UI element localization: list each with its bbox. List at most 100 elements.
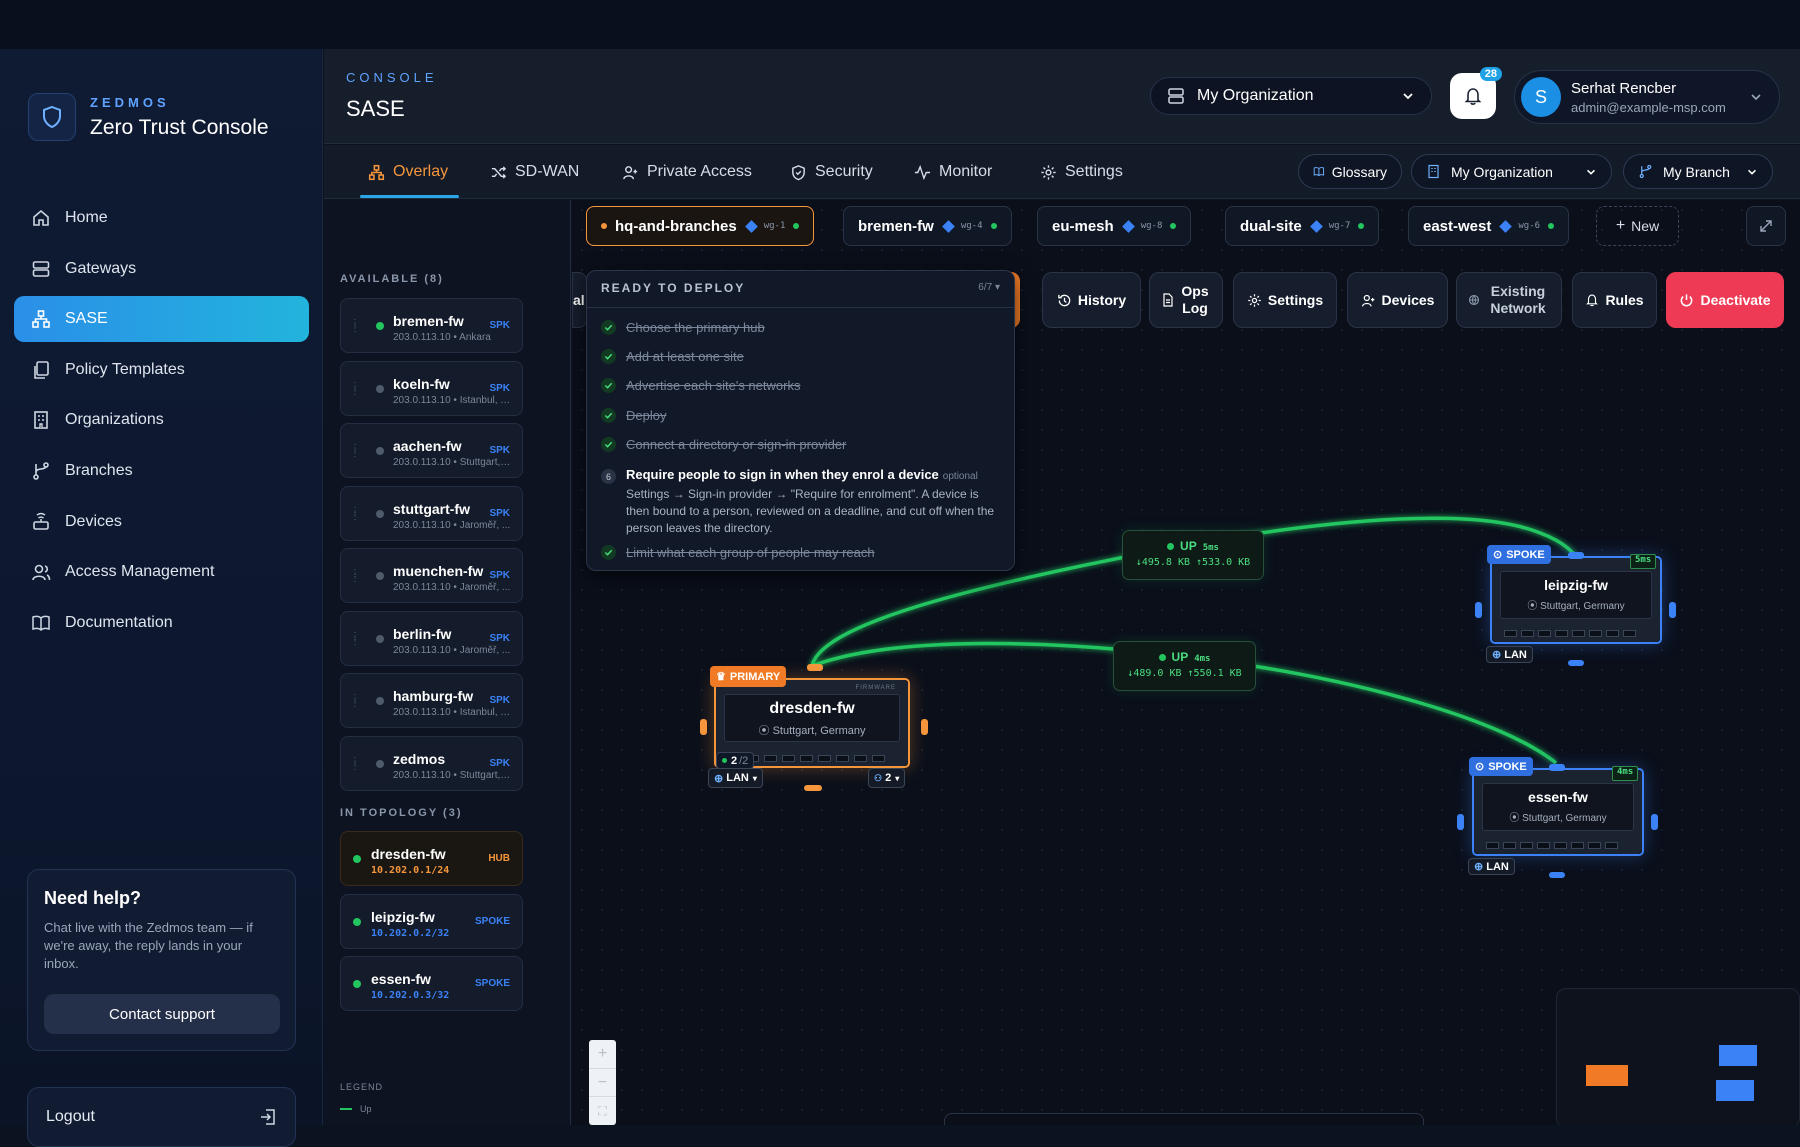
topology-canvas[interactable]: hq-and-branches wg-1 bremen-fw wg-4 eu-m…: [572, 200, 1800, 1125]
deploy-checklist: READY TO DEPLOY 6/7 ▾ Choose the primary…: [586, 270, 1015, 571]
checklist-item[interactable]: Choose the primary hub: [601, 320, 765, 335]
checklist-item[interactable]: Advertise each site's networks: [601, 378, 800, 393]
spoke-handle-left[interactable]: [1475, 602, 1482, 618]
fit-view-button[interactable]: ⛶: [589, 1096, 616, 1124]
latency-badge: 5ms: [1630, 554, 1657, 569]
available-device-item[interactable]: ⋮ ⋮ berlin-fw 203.0.113.10 • Jaroměř, ... SP…: [340, 610, 523, 666]
checklist-item[interactable]: Limit what each group of people may reac…: [601, 545, 875, 560]
nav-item-access-management[interactable]: Access Management: [14, 549, 309, 595]
nav-item-devices[interactable]: Devices: [14, 499, 309, 545]
user-email: admin@example-msp.com: [1571, 99, 1726, 115]
available-device-item[interactable]: ⋮ ⋮ aachen-fw 203.0.113.10 • Stuttgart, ...…: [340, 423, 523, 478]
checklist-item[interactable]: Deploy: [601, 408, 666, 423]
active-tab-indicator: [360, 195, 459, 198]
tab-bar: Overlay SD-WAN Private Access Security M…: [324, 145, 1800, 199]
checklist-item[interactable]: Connect a directory or sign-in provider: [601, 437, 846, 452]
tab-security[interactable]: Security: [790, 145, 873, 199]
drag-handle-icon[interactable]: ⋮ ⋮: [350, 569, 360, 584]
minimap[interactable]: [1556, 988, 1800, 1125]
link-traffic: ↓495.8 KB ↑533.0 KB: [1135, 557, 1251, 568]
tab-sd-wan[interactable]: SD-WAN: [490, 145, 579, 199]
hub-handle-left[interactable]: [700, 719, 707, 735]
topology-device-item[interactable]: leipzig-fw 10.202.0.2/32 SPOKE: [340, 893, 523, 949]
tab-overlay[interactable]: Overlay: [368, 145, 448, 199]
nav-item-organizations[interactable]: Organizations: [14, 397, 309, 443]
globe-icon: ⊕: [714, 772, 724, 785]
device-role-tag: SPOKE: [474, 978, 510, 989]
available-device-item[interactable]: ⋮ ⋮ bremen-fw 203.0.113.10 • Ankara SPK: [340, 298, 523, 353]
drag-handle-icon[interactable]: ⋮ ⋮: [350, 319, 360, 334]
nav-item-policy-templates[interactable]: Policy Templates: [14, 347, 309, 393]
available-device-item[interactable]: ⋮ ⋮ muenchen-fw 203.0.113.10 • Jaroměř, ...…: [340, 548, 523, 603]
device-sub: 203.0.113.10 • Jaroměř, ...: [393, 644, 511, 656]
tab-private-access[interactable]: Private Access: [622, 145, 752, 199]
spoke-handle-top[interactable]: [1549, 764, 1565, 771]
topology-device-item[interactable]: dresden-fw 10.202.0.1/24 HUB: [340, 831, 523, 886]
nav-item-documentation[interactable]: Documentation: [14, 600, 309, 646]
logout-button[interactable]: Logout: [27, 1087, 296, 1147]
hub-lan-select[interactable]: ⊕ LAN ▾: [708, 768, 763, 788]
org-filter-select[interactable]: My Organization: [1411, 154, 1612, 189]
glossary-button[interactable]: Glossary: [1298, 154, 1402, 189]
drag-handle-icon[interactable]: ⋮ ⋮: [350, 381, 360, 396]
device-sub: 203.0.113.10 • Stuttgart, ...: [393, 457, 511, 468]
drag-handle-icon[interactable]: ⋮ ⋮: [350, 631, 360, 646]
available-device-item[interactable]: ⋮ ⋮ koeln-fw 203.0.113.10 • Istanbul, T... S…: [340, 360, 523, 416]
spoke-handle-bottom[interactable]: [1549, 872, 1565, 878]
hub-handle-right[interactable]: [921, 719, 928, 735]
device-tag: SPK: [489, 382, 510, 394]
spoke-handle-top[interactable]: [1568, 552, 1584, 559]
zoom-out-button[interactable]: −: [589, 1068, 616, 1096]
help-text: Chat live with the Zedmos team — if we'r…: [44, 920, 253, 971]
hub-handle-bottom[interactable]: [804, 785, 822, 791]
contact-support-button[interactable]: Contact support: [44, 994, 280, 1034]
available-device-item[interactable]: ⋮ ⋮ stuttgart-fw 203.0.113.10 • Jaroměř, ..…: [340, 485, 523, 541]
lan-label: LAN: [1486, 860, 1509, 873]
spoke-handle-bottom[interactable]: [1568, 660, 1584, 666]
nav-item-gateways[interactable]: Gateways: [14, 246, 309, 292]
available-device-item[interactable]: ⋮ ⋮ zedmos 203.0.113.10 • Stuttgart, ... SPK: [340, 735, 523, 791]
spoke-node-leipzig[interactable]: leipzig-fw ⦿ Stuttgart, Germany: [1490, 556, 1662, 644]
drag-handle-icon[interactable]: ⋮ ⋮: [350, 444, 360, 459]
spoke-handle-right[interactable]: [1651, 814, 1658, 830]
crown-icon: ♛: [716, 671, 726, 683]
server-icon: [1168, 88, 1184, 104]
user-menu[interactable]: S Serhat Rencber admin@example-msp.com: [1514, 70, 1780, 124]
drag-handle-icon[interactable]: ⋮ ⋮: [350, 756, 360, 771]
tab-monitor[interactable]: Monitor: [914, 145, 992, 199]
nav-label: Devices: [65, 512, 122, 530]
globe-icon: ⊕: [1474, 861, 1484, 873]
drag-handle-icon[interactable]: ⋮ ⋮: [350, 694, 360, 709]
nav-label: Documentation: [65, 613, 173, 631]
nav-item-sase[interactable]: SASE: [14, 296, 309, 343]
brand[interactable]: ZEDMOS Zero Trust Console: [28, 93, 269, 141]
notifications-button[interactable]: 28: [1450, 67, 1502, 119]
checklist-item[interactable]: Add at least one site: [601, 349, 744, 364]
legend-title: LEGEND: [340, 1082, 384, 1092]
nav-item-branches[interactable]: Branches: [14, 448, 309, 494]
tab-settings[interactable]: Settings: [1040, 145, 1123, 199]
link-status-card[interactable]: UP 4ms ↓489.0 KB ↑550.1 KB: [1113, 641, 1256, 691]
spoke-handle-left[interactable]: [1457, 814, 1464, 830]
nav-label: Policy Templates: [65, 360, 185, 378]
spoke-node-essen[interactable]: essen-fw ⦿ Stuttgart, Germany: [1472, 768, 1644, 856]
checklist-count[interactable]: 6/7 ▾: [978, 282, 1000, 293]
org-selector[interactable]: My Organization: [1150, 77, 1432, 115]
zoom-in-button[interactable]: +: [589, 1040, 616, 1068]
device-tag: SPK: [489, 632, 510, 644]
link-traffic: ↓489.0 KB ↑550.1 KB: [1127, 668, 1242, 679]
spoke-lan-select[interactable]: ⊕ LAN: [1468, 858, 1515, 875]
tab-label: Settings: [1065, 163, 1123, 180]
topology-device-item[interactable]: essen-fw 10.202.0.3/32 SPOKE: [340, 956, 523, 1011]
link-status-card[interactable]: UP 5ms ↓495.8 KB ↑533.0 KB: [1122, 530, 1264, 580]
hub-peers-select[interactable]: ⚇ 2 ▾: [868, 768, 906, 788]
available-device-item[interactable]: ⋮ ⋮ hamburg-fw 203.0.113.10 • Istanbul, T..…: [340, 673, 523, 728]
nav-item-home[interactable]: Home: [14, 195, 309, 241]
copy-icon: [34, 360, 49, 379]
bell-icon: [1464, 88, 1482, 105]
hub-handle-top[interactable]: [807, 664, 823, 671]
spoke-handle-right[interactable]: [1669, 602, 1676, 618]
drag-handle-icon[interactable]: ⋮ ⋮: [350, 506, 360, 521]
spoke-lan-select[interactable]: ⊕ LAN: [1486, 646, 1533, 663]
branch-filter-select[interactable]: My Branch: [1623, 154, 1773, 189]
